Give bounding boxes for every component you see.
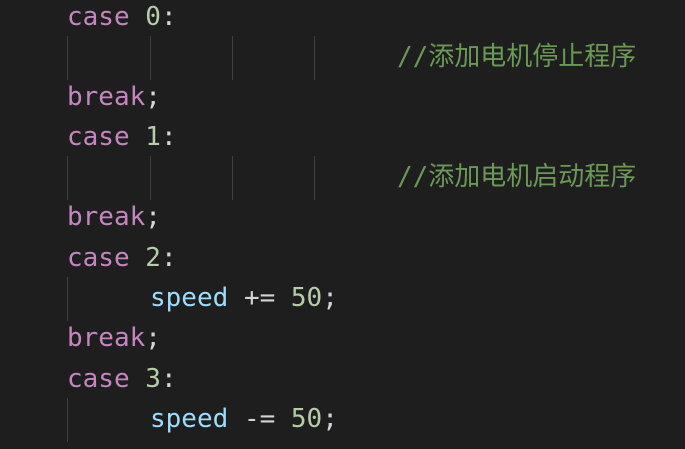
code-line-11-text: speed -= 50; [150,402,338,436]
keyword-break: break [67,202,146,232]
indent-guide [314,156,315,200]
operator-plus-assign: += [243,283,276,313]
code-line-2[interactable]: //添加电机停止程序 [0,36,685,80]
keyword-case: case [67,243,130,273]
indent-guide [314,36,315,80]
code-line-7[interactable]: case 2: [0,241,685,281]
case-value: 1 [145,122,161,152]
keyword-case: case [67,122,130,152]
keyword-break: break [67,323,146,353]
code-line-7-text: case 2: [67,241,177,275]
semicolon: ; [145,323,161,353]
code-line-1-text: case 0: [67,0,177,34]
code-line-8[interactable]: speed += 50; [0,277,685,321]
code-line-6[interactable]: break; [0,200,685,240]
number-literal: 50 [290,404,323,434]
semicolon: ; [145,82,161,112]
code-line-9[interactable]: break; [0,321,685,361]
code-line-8-text: speed += 50; [150,281,338,315]
colon: : [160,243,177,273]
case-value: 2 [145,243,161,273]
code-line-5[interactable]: //添加电机启动程序 [0,156,685,200]
code-line-9-text: break; [67,321,161,355]
keyword-case: case [67,2,130,32]
keyword-break: break [67,82,146,112]
indent-guide [150,156,151,200]
number-literal: 50 [290,283,323,313]
semicolon: ; [322,283,338,313]
comment-start-motor: //添加电机启动程序 [397,162,637,192]
code-line-4[interactable]: case 1: [0,120,685,160]
code-line-1[interactable]: case 0: [0,0,685,40]
comment-stop-motor: //添加电机停止程序 [397,42,637,72]
case-value: 3 [145,364,161,394]
code-editor[interactable]: case 0: //添加电机停止程序 break; case 1: //添加电机… [0,0,685,449]
semicolon: ; [322,404,338,434]
indent-guide [232,156,233,200]
indent-guide [67,277,68,321]
indent-guide [67,36,68,80]
keyword-case: case [67,364,130,394]
colon: : [160,2,177,32]
code-line-10[interactable]: case 3: [0,362,685,402]
indent-guide [67,398,68,442]
code-line-6-text: break; [67,200,161,234]
indent-guide [150,36,151,80]
case-value: 0 [145,2,161,32]
operator-minus-assign: -= [243,404,276,434]
code-line-3-text: break; [67,80,161,114]
code-line-10-text: case 3: [67,362,177,396]
variable-speed: speed [150,283,229,313]
colon: : [160,364,177,394]
semicolon: ; [145,202,161,232]
colon: : [160,122,177,152]
code-line-3[interactable]: break; [0,80,685,120]
indent-guide [67,156,68,200]
code-line-11[interactable]: speed -= 50; [0,398,685,442]
indent-guide [232,36,233,80]
code-line-4-text: case 1: [67,120,177,154]
variable-speed: speed [150,404,229,434]
